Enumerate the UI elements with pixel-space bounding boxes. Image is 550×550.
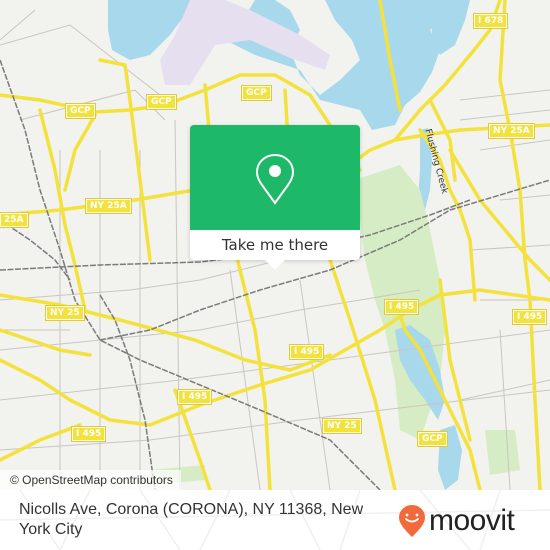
shield-i495-east: I 495 [511,309,548,325]
shield-ny25-west: NY 25 [45,305,85,321]
shield-ny25a-west: 25A [0,212,29,228]
take-me-there-button[interactable]: Take me there [190,230,360,260]
take-me-there-popup[interactable]: Take me there [190,125,360,270]
popup-header [190,125,360,230]
shield-ny25a-center: NY 25A [85,198,132,214]
map-canvas[interactable]: GCP GCP GCP I 678 NY 25A 25A NY 25A NY 2… [0,0,550,490]
moovit-wordmark: moovit [429,504,515,537]
shield-i678: I 678 [472,13,509,29]
moovit-logo[interactable]: moovit [398,503,515,539]
shield-i495-center: I 495 [288,344,325,360]
shield-ny25-south: NY 25 [322,418,362,434]
shield-gcp-east: GCP [241,85,272,101]
shield-gcp-south: GCP [417,431,448,447]
moovit-pin-icon [399,505,425,537]
shield-gcp-west: GCP [65,103,96,119]
shield-i495-mid: I 495 [176,389,213,405]
location-pin-icon [255,153,295,205]
shield-ny25a-east: NY 25A [488,123,535,139]
park-small-2 [485,430,520,475]
shield-i495-park: I 495 [383,299,420,315]
address-text: Nicolls Ave, Corona (CORONA), NY 11368, … [19,501,364,538]
shield-gcp-center: GCP [146,94,177,110]
shield-i495-southwest: I 495 [70,426,107,442]
popup-pointer [265,260,285,270]
osm-attribution[interactable]: © OpenStreetMap contributors [0,470,181,490]
